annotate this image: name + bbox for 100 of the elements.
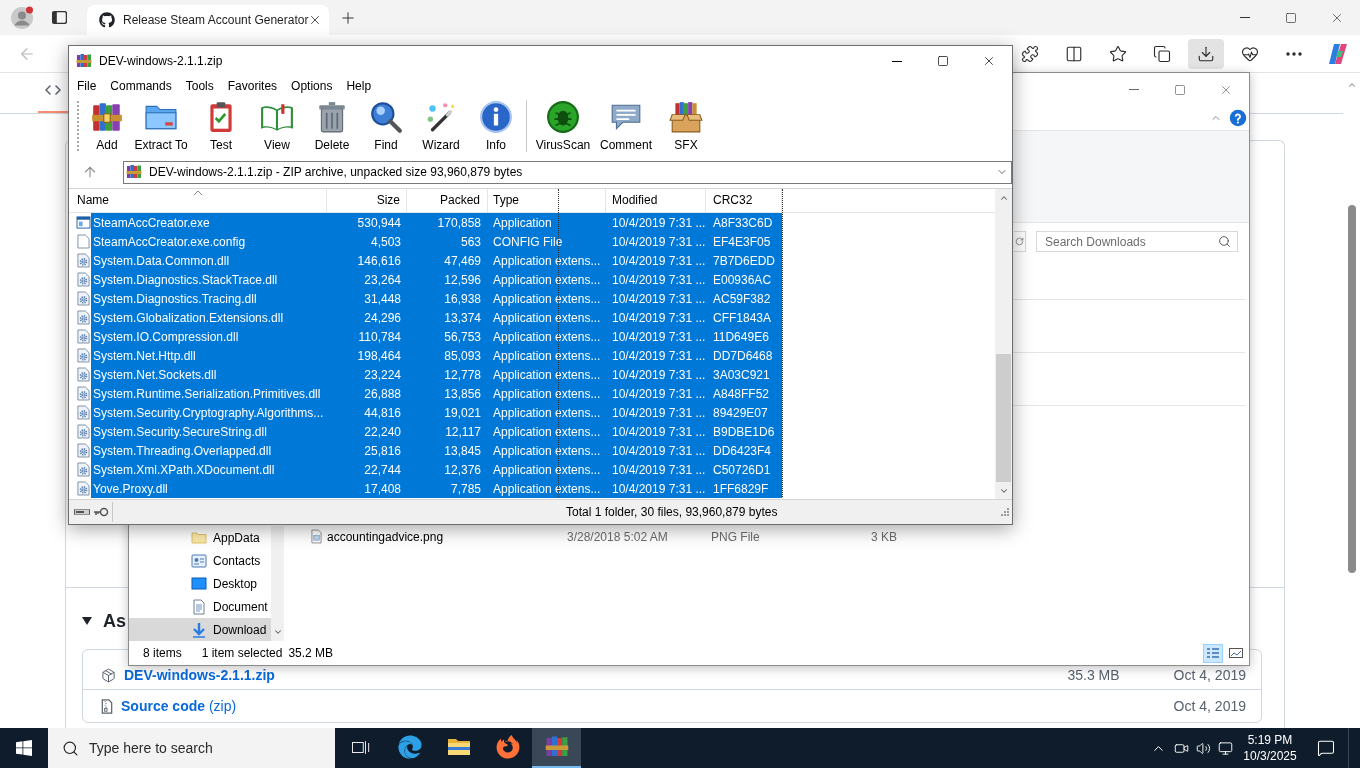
file-row[interactable]: Yove.Proxy.dll 17,408 7,785 Application extens... 10/4/2019 7:31 ... 1FF6829F <box>91 479 782 498</box>
file-name: System.Diagnostics.Tracing.dll <box>92 290 258 308</box>
file-row[interactable]: System.Xml.XPath.XDocument.dll 22,744 12,376 Application extens... 10/4/2019 7:31 ... C50726D1 <box>91 460 782 479</box>
menu-item[interactable]: Help <box>339 77 379 95</box>
file-row[interactable]: System.Data.Common.dll 146,616 47,469 Application extens... 10/4/2019 7:31 ... 7B7D6EDD <box>91 251 782 270</box>
crc-checksum: 89429E07 <box>712 404 769 422</box>
asset-date: Oct 4, 2019 <box>1173 696 1246 716</box>
minimize-icon <box>1240 17 1250 18</box>
gear-file-icon <box>77 310 90 325</box>
file-row[interactable]: System.Threading.Overlapped.dll 25,816 13,845 Application extens... 10/4/2019 7:31 ... DD6423F4 <box>91 441 782 460</box>
column-header[interactable]: Packed <box>407 189 488 212</box>
search-field[interactable]: Search Downloads <box>1036 231 1238 252</box>
clock[interactable]: 5:19 PM 10/3/2025 <box>1236 732 1304 764</box>
column-header[interactable]: Name <box>69 189 327 212</box>
browser-tab[interactable]: Release Steam Account Generator <box>87 5 329 35</box>
nav-item[interactable]: Desktop <box>129 572 271 595</box>
file-row[interactable]: System.Runtime.Serialization.Primitives.dll 26,888 13,856 Application extens... 10/4/2019 7:31 ... A848FF52 <box>91 384 782 403</box>
books-icon <box>544 735 569 759</box>
menu-item[interactable]: Favorites <box>220 77 285 95</box>
file-size: 23,224 <box>363 366 402 384</box>
profile-avatar-icon[interactable] <box>10 5 34 30</box>
comment-button[interactable]: Comment <box>596 100 656 156</box>
file-name: System.Net.Http.dll <box>92 347 197 365</box>
scrollbar-thumb[interactable] <box>1347 205 1356 573</box>
list-scrollbar[interactable] <box>995 189 1012 499</box>
nav-item[interactable]: Contacts <box>129 549 271 572</box>
puzzle-piece-icon <box>1021 44 1039 63</box>
view-button[interactable]: View <box>250 100 304 156</box>
nav-item[interactable]: Download <box>129 618 271 641</box>
file-type: Application extens... <box>492 461 602 479</box>
gear-file-icon <box>77 367 90 382</box>
window-stack-icon <box>351 739 370 755</box>
question-mark-icon[interactable] <box>1229 109 1247 127</box>
details-view-button[interactable] <box>1203 643 1223 663</box>
key-icon <box>93 507 109 517</box>
modified-date: 10/4/2019 7:31 ... <box>611 214 706 232</box>
file-row[interactable]: System.Diagnostics.Tracing.dll 31,448 16,938 Application extens... 10/4/2019 7:31 ... AC59F382 <box>91 289 782 308</box>
dotted-grip-icon <box>76 100 80 152</box>
speech-bubble-icon[interactable] <box>1317 739 1335 757</box>
document-icon <box>193 598 205 615</box>
packed-size: 16,938 <box>443 290 482 308</box>
file-row[interactable]: System.IO.Compression.dll 110,784 56,753 Application extens... 10/4/2019 7:31 ... 11D649E6 <box>91 327 782 346</box>
file-row[interactable]: System.Security.SecureString.dll 22,240 12,117 Application extens... 10/4/2019 7:31 ... B9DBE1D6 <box>91 422 782 441</box>
find-button[interactable]: Find <box>360 100 412 156</box>
extract-to-button[interactable]: Extract To <box>130 100 192 156</box>
nav-scrollbar[interactable] <box>271 526 284 641</box>
star-icon <box>1109 44 1127 63</box>
file-row[interactable]: SteamAccCreator.exe 530,944 170,858 Application 10/4/2019 7:31 ... A8F33C6D <box>91 213 782 232</box>
path-combobox[interactable]: DEV-windows-2.1.1.zip - ZIP archive, unpacked size 93,960,879 bytes <box>123 160 1012 184</box>
scrollbar-thumb[interactable] <box>996 354 1011 482</box>
file-row[interactable]: System.Net.Http.dll 198,464 85,093 Application extens... 10/4/2019 7:31 ... DD7D6468 <box>91 346 782 365</box>
file-row[interactable]: System.Security.Cryptography.Algorithms... 44,816 19,021 Application extens... 10/4/2019 7:31 ... 89429E07 <box>91 403 782 422</box>
file-name: System.Diagnostics.StackTrace.dll <box>92 271 279 289</box>
modified-date: 10/4/2019 7:31 ... <box>611 290 706 308</box>
file-type: Application extens... <box>492 480 602 498</box>
crc-checksum: DD7D6468 <box>712 347 774 365</box>
file-row[interactable]: System.Globalization.Extensions.dll 24,296 13,374 Application extens... 10/4/2019 7:31 ... CFF1843A <box>91 308 782 327</box>
info-button[interactable]: Info <box>470 100 522 156</box>
file-row[interactable]: System.Diagnostics.StackTrace.dll 23,264 12,596 Application extens... 10/4/2019 7:31 ... E00936AC <box>91 270 782 289</box>
file-row[interactable]: SteamAccCreator.exe.config 4,503 563 CONFIG File 10/4/2019 7:31 ... EF4E3F05 <box>91 232 782 251</box>
sfx-button[interactable]: SFX <box>656 100 716 156</box>
virus-scan-button[interactable]: VirusScan <box>530 100 596 156</box>
asset-size: 35.3 MB <box>1067 666 1120 685</box>
caret-down-icon[interactable] <box>82 617 92 625</box>
asset-link[interactable]: Source code (zip) <box>121 695 237 717</box>
column-header[interactable]: Type <box>488 189 606 212</box>
sidebar-panel-icon[interactable] <box>52 11 67 24</box>
add-button[interactable]: Add <box>84 100 130 156</box>
file-type: Application extens... <box>492 290 602 308</box>
column-header[interactable]: CRC32 <box>706 189 782 212</box>
menu-item[interactable]: File <box>70 77 104 95</box>
file-name: System.Net.Sockets.dll <box>92 366 218 384</box>
nav-item[interactable]: Document <box>129 595 271 618</box>
gear-file-icon <box>77 272 90 287</box>
test-button[interactable]: Test <box>192 100 250 156</box>
archiver-button[interactable] <box>532 728 581 768</box>
split-window-icon <box>1065 44 1083 63</box>
column-header[interactable]: Modified <box>606 189 706 212</box>
menu-item[interactable]: Options <box>284 77 340 95</box>
speaker-icon[interactable] <box>1195 740 1211 756</box>
search-field[interactable]: Type here to search <box>48 728 335 768</box>
nav-item[interactable]: AppData <box>129 526 271 549</box>
heart-pulse-icon <box>1241 44 1259 63</box>
wizard-button[interactable]: Wizard <box>412 100 470 156</box>
monitor-icon[interactable] <box>1217 740 1233 756</box>
file-name[interactable]: accountingadvice.png <box>327 527 444 546</box>
column-header[interactable]: Size <box>327 189 407 212</box>
refresh-button[interactable] <box>1014 231 1026 252</box>
packed-size: 12,778 <box>443 366 482 384</box>
modified-date: 10/4/2019 7:31 ... <box>611 423 706 441</box>
asset-link[interactable]: DEV-windows-2.1.1.zip <box>124 665 275 686</box>
folder-icon <box>446 737 471 757</box>
gear-file-icon <box>77 405 90 420</box>
menu-item[interactable]: Commands <box>103 77 179 95</box>
file-size: 22,240 <box>363 423 402 441</box>
delete-button[interactable]: Delete <box>304 100 360 156</box>
menu-item[interactable]: Tools <box>178 77 221 95</box>
downloads-button[interactable] <box>1188 38 1224 69</box>
box-with-books-icon <box>669 100 703 134</box>
file-row[interactable]: System.Net.Sockets.dll 23,224 12,778 Application extens... 10/4/2019 7:31 ... 3A03C921 <box>91 365 782 384</box>
